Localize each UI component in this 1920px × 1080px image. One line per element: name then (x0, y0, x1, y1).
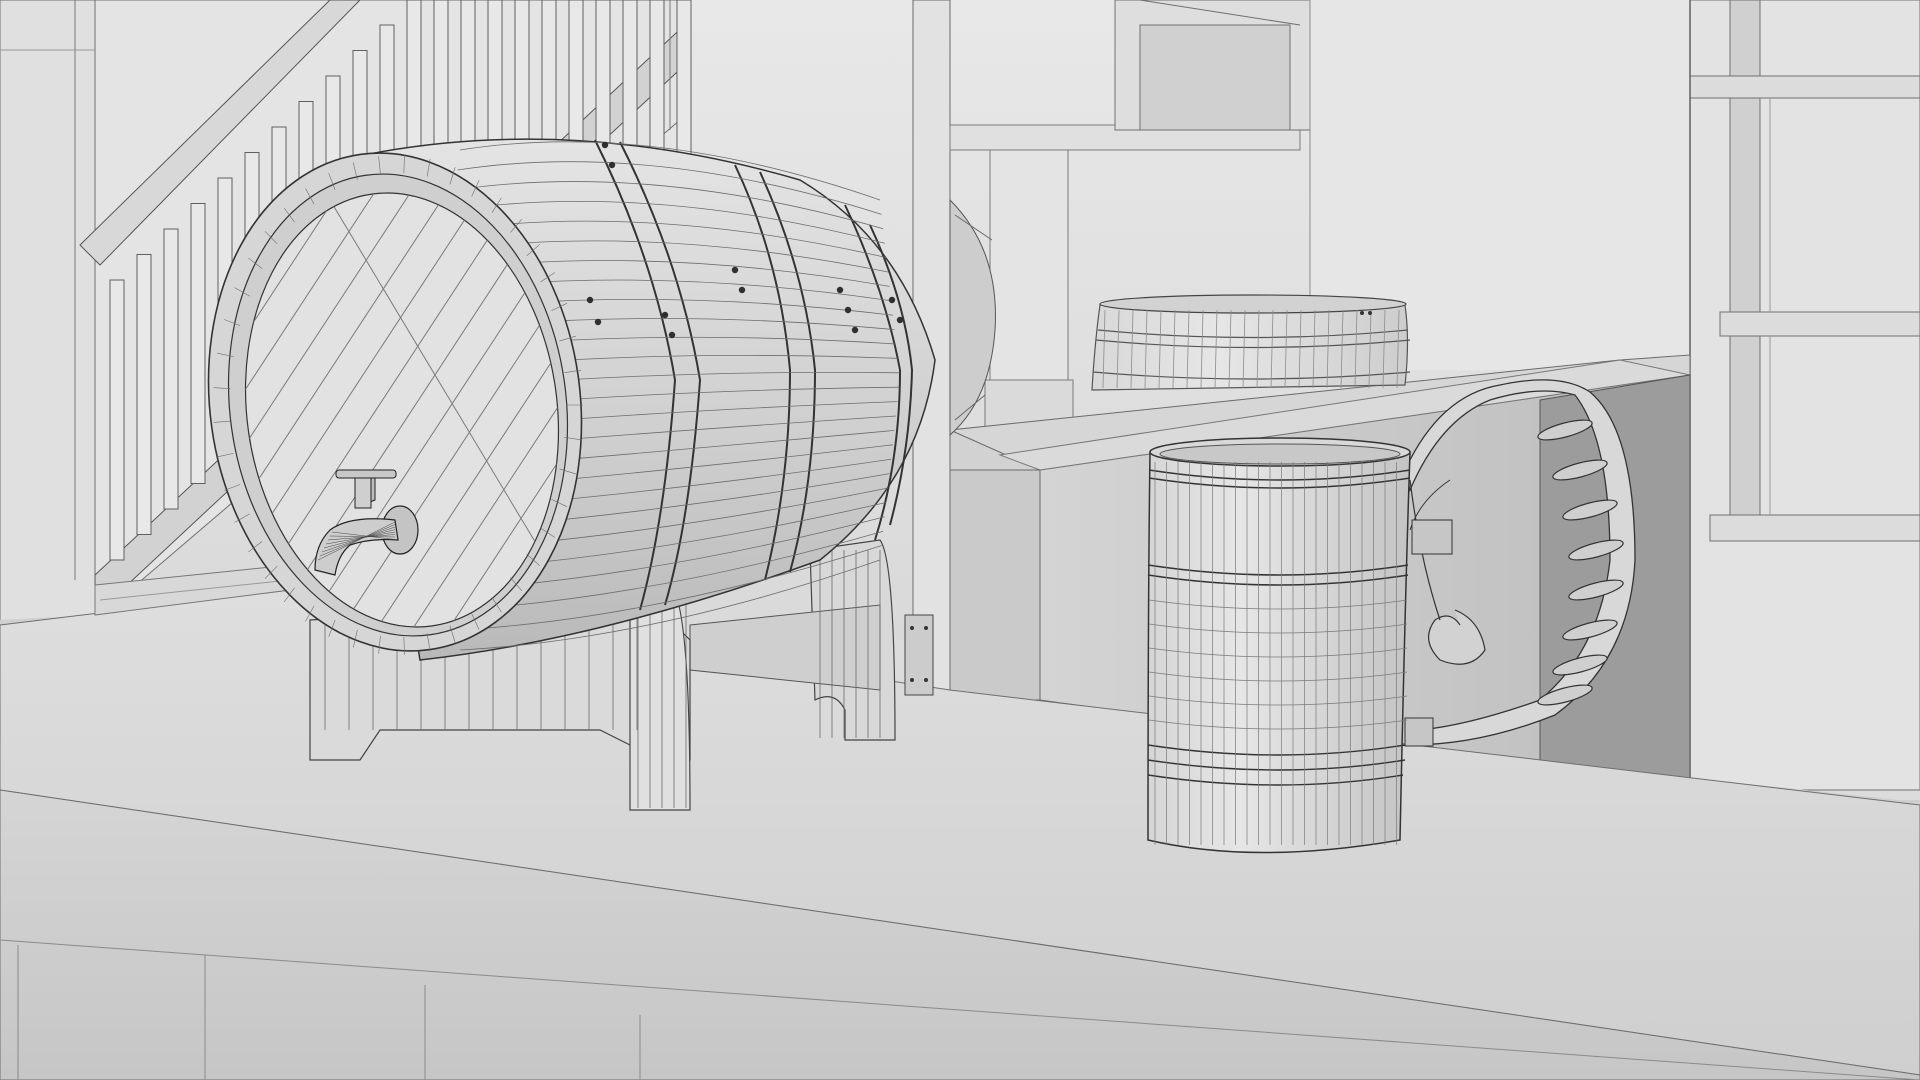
barrelRivets-part (888, 296, 896, 304)
barrelRivets-part (668, 331, 676, 339)
barrelRivets-part (738, 286, 746, 294)
background-barrel (1092, 295, 1410, 390)
viewport-scene (0, 0, 1920, 1080)
barrelRivets-part (594, 318, 602, 326)
barrelRivets-part (601, 141, 609, 149)
barrelRivets-part (731, 266, 739, 274)
barrelRivets-part (836, 286, 844, 294)
balusters-part (164, 229, 178, 509)
barrelRivets-part (844, 306, 852, 314)
barrelRivets-part (896, 316, 904, 324)
barrelRivets-part (661, 311, 669, 319)
balusters-part (110, 280, 124, 560)
barrelRivets-part (586, 296, 594, 304)
barrelRivets-part (608, 161, 616, 169)
scene-render (0, 0, 1920, 1080)
balusters-part (137, 255, 151, 535)
balusters-part (191, 204, 205, 484)
barrelRivets-part (851, 326, 859, 334)
